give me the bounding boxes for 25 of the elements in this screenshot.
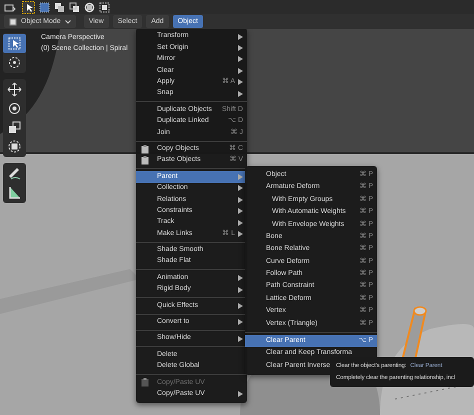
subtract-mode-icon[interactable] [69, 2, 80, 12]
tool-button[interactable] [3, 34, 26, 53]
clipboard-icon [141, 156, 150, 166]
extend-mode-icon[interactable] [54, 2, 65, 12]
select-mode-icon[interactable] [39, 2, 50, 12]
scale-icon [7, 120, 22, 135]
submenu-arrow-icon [238, 336, 243, 342]
clipboard-icon [141, 378, 150, 388]
select-box-icon [7, 36, 22, 51]
ruler-icon [7, 185, 22, 200]
transform-icon [7, 139, 22, 154]
submenu-arrow-icon [238, 319, 243, 326]
cursor-icon [7, 55, 22, 70]
intersect-mode-icon[interactable] [99, 2, 110, 12]
submenu-arrow-icon [238, 391, 243, 398]
move-icon [7, 82, 22, 97]
editor-type-icon[interactable] [4, 2, 18, 12]
select-tool-icon[interactable] [22, 0, 35, 14]
chevron-icon [64, 20, 71, 24]
invert-mode-icon[interactable] [84, 2, 95, 12]
clipboard-icon [141, 144, 150, 154]
object-mode-icon [9, 18, 17, 26]
submenu-arrow-icon [238, 302, 243, 309]
pencil-icon [7, 166, 22, 181]
rotate-icon [7, 101, 22, 116]
